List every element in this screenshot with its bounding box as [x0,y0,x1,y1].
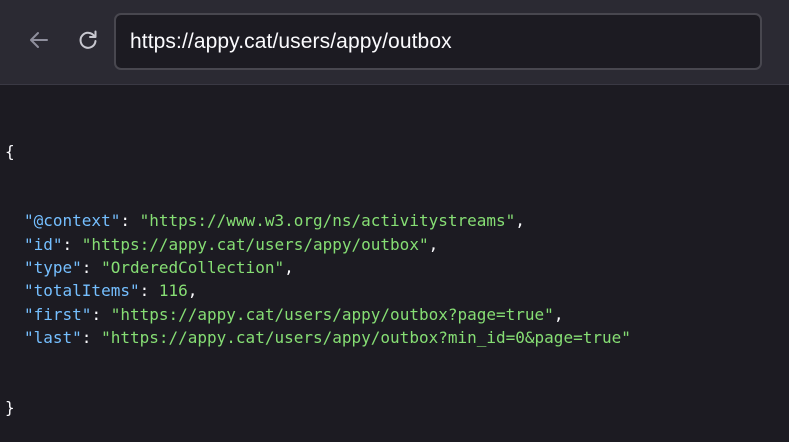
json-key: "type" [24,258,82,278]
json-open-brace: { [5,141,15,161]
back-button[interactable] [21,22,57,58]
json-value: "https://appy.cat/users/appy/outbox" [81,234,429,254]
json-close-brace: } [5,397,15,417]
json-raw-view: { "@context": "https://www.w3.org/ns/act… [0,86,789,417]
json-entry: "type": "OrderedCollection", [24,258,294,278]
json-entry: "totalItems": 116, [24,281,198,301]
browser-toolbar: https://appy.cat/users/appy/outbox [0,0,789,85]
json-entry: "id": "https://appy.cat/users/appy/outbo… [24,234,439,254]
json-value: "https://appy.cat/users/appy/outbox?min_… [101,327,631,347]
reload-icon [79,30,97,49]
json-entry: "first": "https://appy.cat/users/appy/ou… [24,304,564,324]
json-value: "https://www.w3.org/ns/activitystreams" [139,211,516,231]
json-value: "OrderedCollection" [101,258,285,278]
json-key: "@context" [24,211,121,231]
reload-button[interactable] [70,22,106,58]
json-key: "last" [24,327,82,347]
json-entry: "last": "https://appy.cat/users/appy/out… [24,327,631,347]
address-bar[interactable]: https://appy.cat/users/appy/outbox [114,13,762,70]
arrow-left-icon [30,32,48,48]
json-key: "first" [24,304,92,324]
json-value: "https://appy.cat/users/appy/outbox?page… [110,304,554,324]
json-key: "id" [24,234,63,254]
url-text[interactable]: https://appy.cat/users/appy/outbox [130,30,452,54]
json-entry: "@context": "https://www.w3.org/ns/activ… [24,211,525,231]
